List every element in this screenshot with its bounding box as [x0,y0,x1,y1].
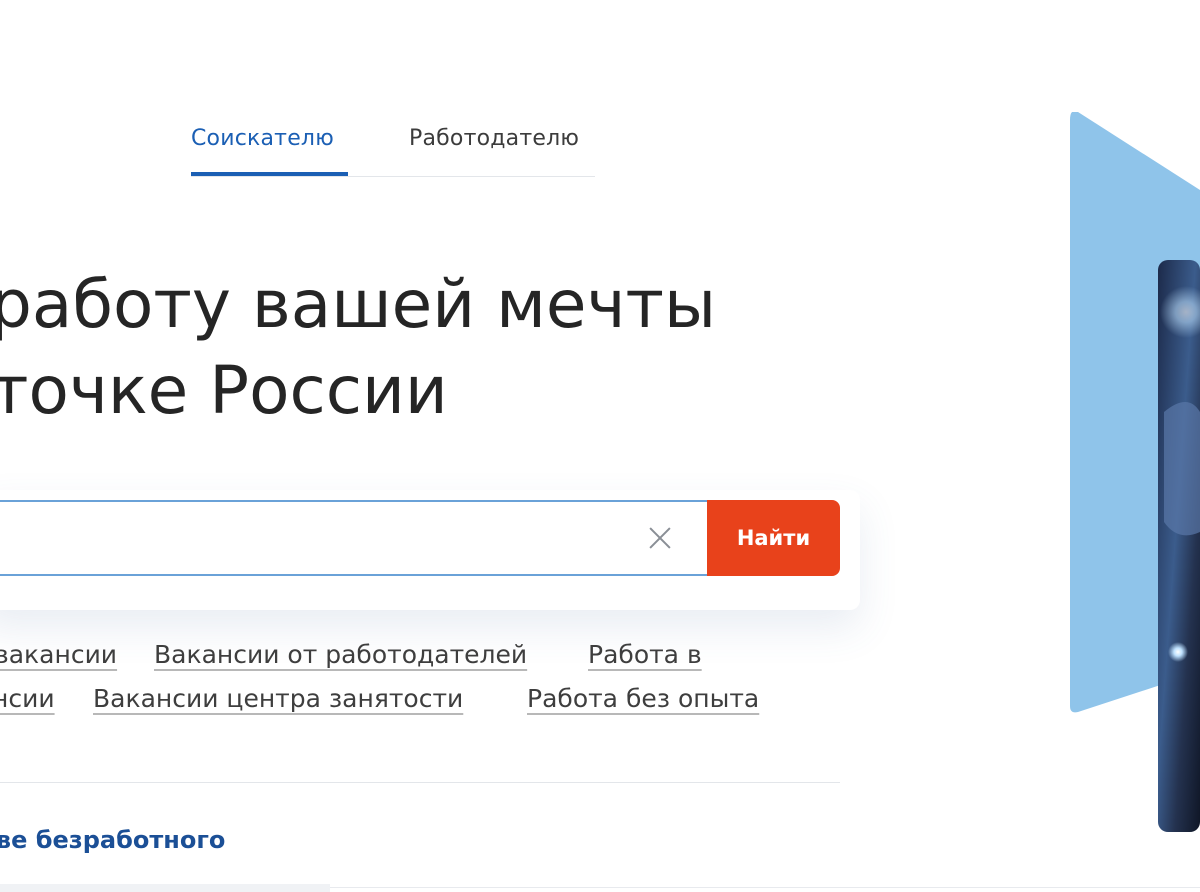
quick-link-employer-vacancies[interactable]: Вакансии от работодателей [154,640,527,669]
unemployed-status-link[interactable]: тве безработного [0,826,225,854]
quick-link-work-in[interactable]: Работа в [588,640,702,669]
find-button[interactable]: Найти [707,500,840,576]
search-box [0,500,708,576]
quick-link-no-experience[interactable]: Работа без опыта [527,684,759,713]
quick-link-vacancies[interactable]: вакансии [0,640,117,669]
hero-headline-line1: работу вашей мечты [0,266,717,343]
tab-employer[interactable]: Работодателю [409,126,579,176]
quick-link-pension[interactable]: нсии [0,684,55,713]
hero-headline-line2: точке России [0,352,448,429]
promo-photo-figure [1164,402,1200,536]
quick-link-employment-center[interactable]: Вакансии центра занятости [93,684,463,713]
promo-photo-spark [1168,642,1188,662]
bottom-divider [330,887,1200,888]
promo-image [1070,112,1200,832]
bottom-bar [0,884,330,892]
audience-tabs: Соискателю Работодателю [191,118,595,177]
section-divider [0,782,840,783]
clear-icon[interactable] [643,521,677,555]
tab-seeker[interactable]: Соискателю [191,126,348,176]
search-input[interactable] [0,502,618,576]
promo-photo [1158,260,1200,832]
hero-headline: работу вашей мечты точке России [0,262,716,434]
